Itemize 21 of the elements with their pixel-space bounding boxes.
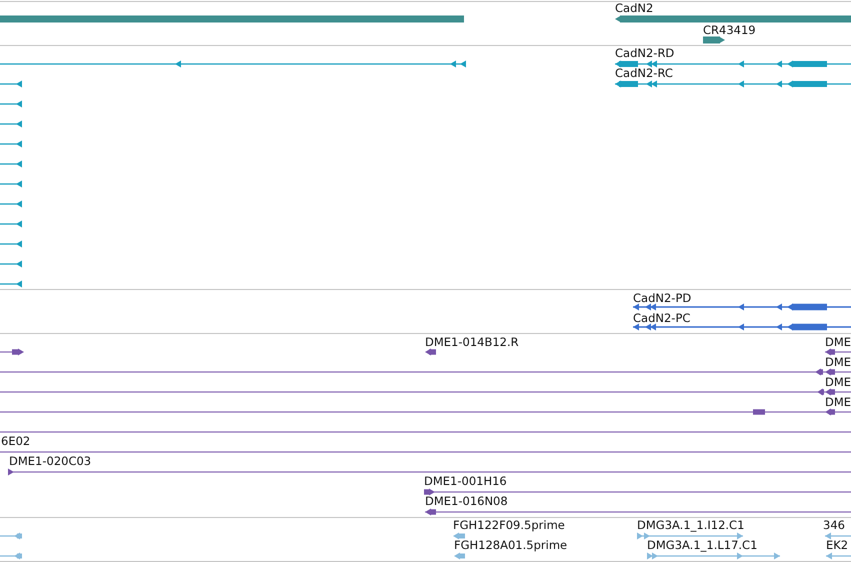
feature-label: DME (825, 355, 851, 369)
feature-label: FGH122F09.5prime (453, 518, 565, 532)
feature-label: DME1-020C03 (9, 454, 92, 468)
feature-label: DME (825, 375, 851, 389)
feature-label: DME (825, 395, 851, 409)
feature-label: DME1-014B12.R (425, 335, 519, 349)
feature-label: CadN2-PC (633, 311, 690, 325)
feature-label: DMG3A.1_1.I12.C1 (637, 518, 744, 532)
feature-label: 6E02 (1, 434, 30, 448)
feature-label: FGH128A01.5prime (454, 538, 568, 552)
feature-label: 346 (823, 518, 845, 532)
feature-label: CR43419 (703, 23, 756, 37)
feature-label: CadN2 (615, 1, 654, 15)
feature-label: DME1-001H16 (424, 474, 507, 488)
feature-label: CadN2-RD (615, 46, 674, 60)
feature-label: DME (825, 335, 851, 349)
feature-label: EK2 (826, 538, 848, 552)
feature-label: DME1-016N08 (425, 494, 508, 508)
feature-label: CadN2-RC (615, 66, 673, 80)
feature-label: DMG3A.1_1.L17.C1 (647, 538, 758, 552)
feature-label: CadN2-PD (633, 291, 692, 305)
